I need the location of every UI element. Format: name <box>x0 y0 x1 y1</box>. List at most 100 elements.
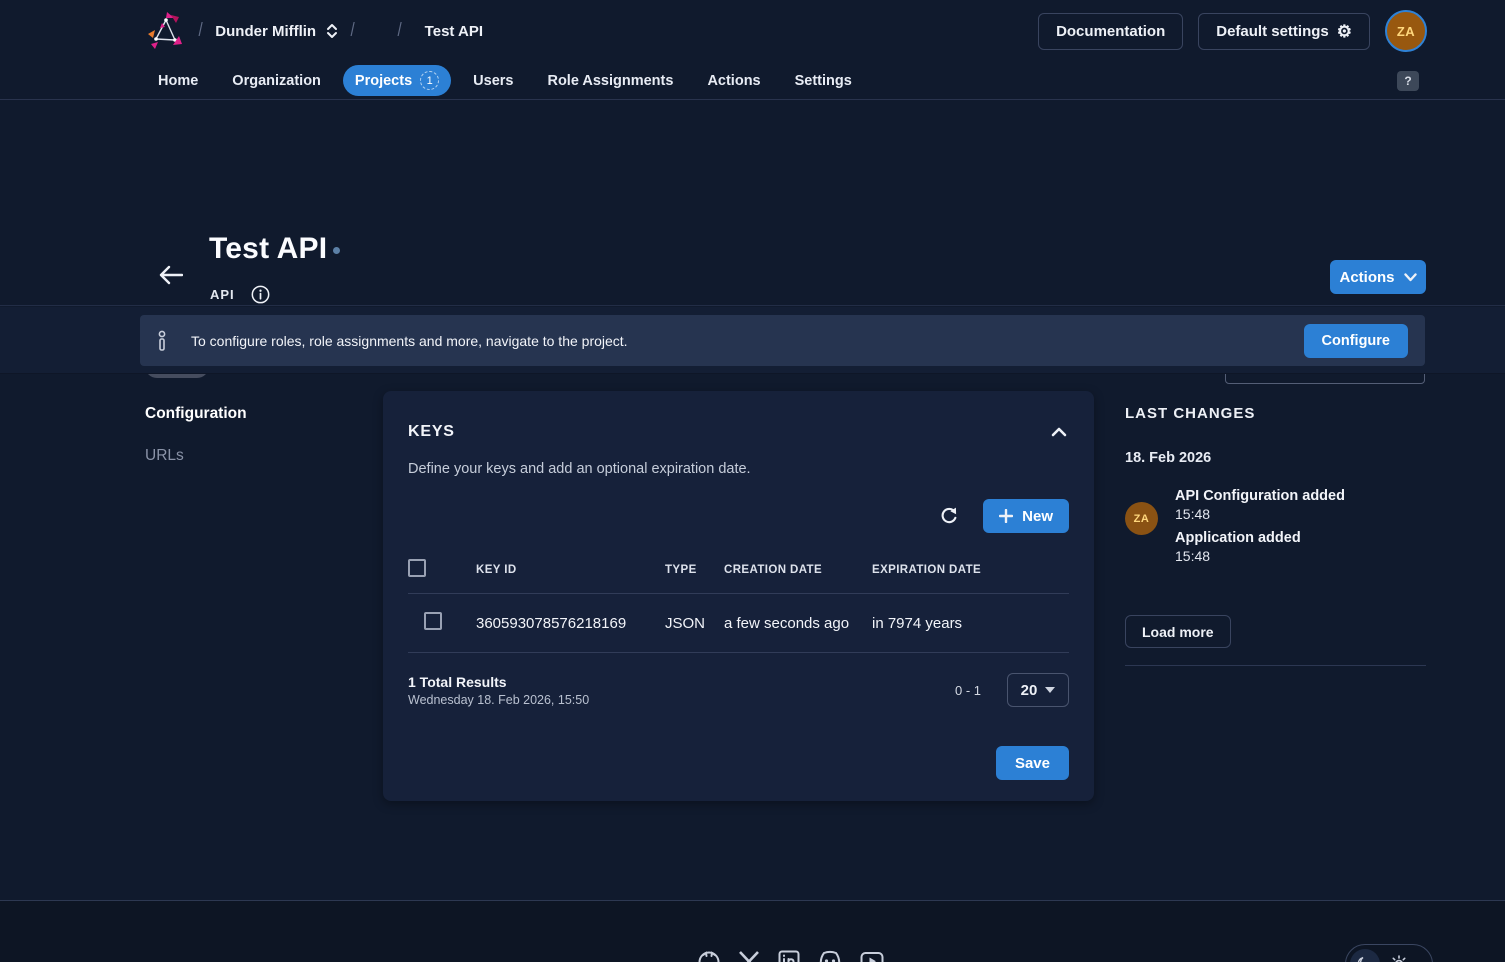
change-avatar: ZA <box>1125 502 1158 535</box>
page-size-value: 20 <box>1021 682 1038 699</box>
column-header-expiration-date: EXPIRATION DATE <box>872 549 1069 594</box>
save-button[interactable]: Save <box>996 746 1069 780</box>
keys-table-header-row: KEY ID TYPE CREATION DATE EXPIRATION DAT… <box>408 549 1069 594</box>
page-size-select[interactable]: 20 <box>1007 673 1069 707</box>
top-bar-actions: Documentation Default settings ⚙ ZA <box>1038 10 1505 52</box>
plus-icon <box>999 509 1013 523</box>
application-window: / Dunder Mifflin / / Test API Documentat… <box>0 0 1505 962</box>
nav-tab-projects-label: Projects <box>355 73 412 89</box>
row-checkbox[interactable] <box>424 612 442 630</box>
breadcrumb-separator: / <box>398 20 402 42</box>
last-changes-panel: LAST CHANGES 18. Feb 2026 ZA API Configu… <box>1125 405 1426 666</box>
key-type-cell: JSON <box>665 594 724 653</box>
nav-tab-home[interactable]: Home <box>146 67 210 95</box>
documentation-label: Documentation <box>1056 23 1165 40</box>
app-logo-icon[interactable] <box>146 9 186 53</box>
key-id-cell: 360593078576218169 <box>476 594 665 653</box>
configure-button[interactable]: Configure <box>1304 324 1408 358</box>
actions-label: Actions <box>1339 269 1394 286</box>
card-save-row: Save <box>408 746 1069 780</box>
discord-icon[interactable] <box>817 949 843 962</box>
info-banner: To configure roles, role assignments and… <box>140 315 1425 366</box>
banner-message: To configure roles, role assignments and… <box>191 333 628 349</box>
sidebar-item-configuration[interactable]: Configuration <box>145 405 345 423</box>
theme-toggle[interactable] <box>1345 944 1433 962</box>
chevron-up-icon <box>1051 427 1067 437</box>
documentation-button[interactable]: Documentation <box>1038 13 1183 50</box>
banner-strip: To configure roles, role assignments and… <box>0 307 1505 374</box>
info-icon[interactable] <box>251 285 270 304</box>
chevron-down-icon <box>1404 273 1417 282</box>
unfold-icon <box>326 23 338 39</box>
breadcrumb-separator: / <box>199 20 203 42</box>
default-settings-button[interactable]: Default settings ⚙ <box>1198 13 1370 50</box>
org-name: Dunder Mifflin <box>215 23 316 40</box>
column-header-creation-date: CREATION DATE <box>724 549 872 594</box>
change-action: API Configuration added <box>1175 488 1345 504</box>
key-expiration-cell: in 7974 years <box>872 594 1069 653</box>
results-summary: 1 Total Results Wednesday 18. Feb 2026, … <box>408 674 589 707</box>
nav-tab-organization[interactable]: Organization <box>220 67 333 95</box>
change-time: 15:48 <box>1175 548 1345 564</box>
new-key-button[interactable]: New <box>983 499 1069 533</box>
moon-icon <box>1350 949 1380 962</box>
main-nav: Home Organization Projects 1 Users Role … <box>0 62 1505 100</box>
youtube-icon[interactable] <box>859 949 885 962</box>
total-results: 1 Total Results <box>408 674 589 690</box>
keys-card-title: KEYS <box>408 423 455 441</box>
caret-down-icon <box>1045 687 1055 693</box>
keys-card-header: KEYS <box>408 423 1069 442</box>
last-changes-title: LAST CHANGES <box>1125 405 1426 422</box>
nav-tab-role-assignments[interactable]: Role Assignments <box>535 67 685 95</box>
info-lamp-icon <box>157 330 167 352</box>
column-header-type: TYPE <box>665 549 724 594</box>
key-table-row[interactable]: 360593078576218169 JSON a few seconds ag… <box>408 594 1069 653</box>
actions-dropdown-button[interactable]: Actions <box>1330 260 1426 294</box>
changes-date: 18. Feb 2026 <box>1125 450 1426 466</box>
social-links <box>697 949 885 962</box>
x-icon[interactable] <box>737 949 761 962</box>
linkedin-icon[interactable] <box>777 949 801 962</box>
column-header-key-id: KEY ID <box>476 549 665 594</box>
change-group: ZA API Configuration added 15:48 Applica… <box>1125 488 1426 572</box>
settings-side-nav: Configuration URLs <box>145 405 345 489</box>
projects-count-badge: 1 <box>420 71 439 90</box>
nav-tab-settings[interactable]: Settings <box>783 67 864 95</box>
sidebar-item-urls[interactable]: URLs <box>145 447 345 465</box>
pagination: 0 - 1 20 <box>955 673 1069 707</box>
github-icon[interactable] <box>697 949 721 962</box>
divider <box>1125 665 1426 666</box>
refresh-button[interactable] <box>939 506 959 526</box>
nav-tab-users[interactable]: Users <box>461 67 525 95</box>
nav-tab-projects[interactable]: Projects 1 <box>343 65 451 96</box>
breadcrumb-separator: / <box>351 20 355 42</box>
breadcrumb: / Dunder Mifflin / / Test API <box>0 9 483 53</box>
pagination-range: 0 - 1 <box>955 683 981 698</box>
change-action: Application added <box>1175 530 1345 546</box>
default-settings-label: Default settings <box>1216 23 1329 40</box>
keys-card: KEYS Define your keys and add an optiona… <box>383 391 1094 801</box>
keys-card-description: Define your keys and add an optional exp… <box>408 461 1069 477</box>
page-footer <box>0 900 1505 962</box>
app-detail-header: Test API API Actions Status Active Authe… <box>0 100 1505 306</box>
breadcrumb-project[interactable]: Test API <box>425 23 483 40</box>
change-time: 15:48 <box>1175 506 1345 522</box>
user-avatar[interactable]: ZA <box>1385 10 1427 52</box>
refresh-icon <box>939 506 959 526</box>
nav-tab-actions[interactable]: Actions <box>695 67 772 95</box>
sun-icon <box>1390 955 1408 962</box>
load-more-button[interactable]: Load more <box>1125 615 1231 648</box>
app-type-label: API <box>210 287 235 302</box>
new-key-label: New <box>1022 508 1053 525</box>
select-all-checkbox[interactable] <box>408 559 426 577</box>
gear-icon: ⚙ <box>1337 23 1352 40</box>
top-bar: / Dunder Mifflin / / Test API Documentat… <box>0 0 1505 62</box>
back-button[interactable] <box>158 262 184 288</box>
change-entries: API Configuration added 15:48 Applicatio… <box>1175 488 1345 572</box>
keys-table: KEY ID TYPE CREATION DATE EXPIRATION DAT… <box>408 549 1069 653</box>
org-switcher[interactable]: Dunder Mifflin <box>215 23 338 40</box>
keys-toolbar: New <box>408 497 1069 535</box>
help-button[interactable]: ? <box>1397 71 1419 91</box>
collapse-button[interactable] <box>1049 423 1069 442</box>
app-type-row: API <box>210 285 270 304</box>
